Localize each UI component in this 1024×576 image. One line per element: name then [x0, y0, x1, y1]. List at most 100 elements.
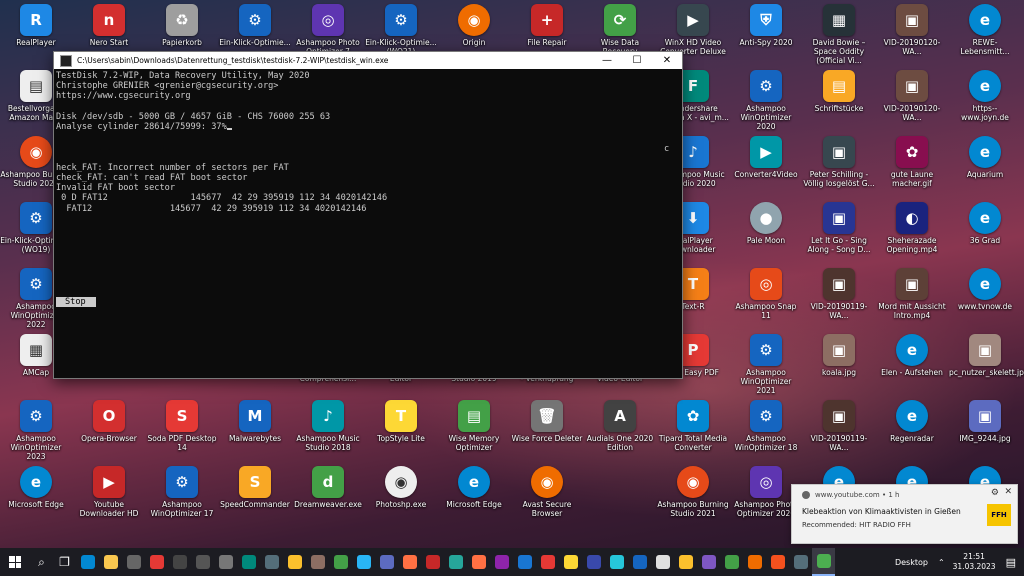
- desktop-icon[interactable]: 🗑 Wise Force Deleter: [511, 400, 583, 443]
- settings-icon[interactable]: [168, 548, 191, 576]
- desktop-icon[interactable]: ⚙ Ashampoo WinOptimizer 2023: [0, 400, 72, 461]
- app-16-icon[interactable]: [375, 548, 398, 576]
- app-24-icon[interactable]: [559, 548, 582, 576]
- desktop-icon[interactable]: ⚙ Ashampoo WinOptimizer 2020: [730, 70, 802, 131]
- desktop-icon[interactable]: e Microsoft Edge: [0, 466, 72, 509]
- chevron-up-icon[interactable]: ⌃: [938, 558, 945, 567]
- edge-icon[interactable]: [76, 548, 99, 576]
- desktop-icon[interactable]: ▦ David Bowie – Space Oddity (Official Vi…: [803, 4, 875, 65]
- app-18-icon[interactable]: [421, 548, 444, 576]
- desktop-icon[interactable]: ▣ VID-20190120-WA...: [876, 70, 948, 122]
- desktop-icon[interactable]: ♪ Ashampoo Music Studio 2018: [292, 400, 364, 452]
- app-30-icon[interactable]: [697, 548, 720, 576]
- desktop-icon[interactable]: ◉ Avast Secure Browser: [511, 466, 583, 518]
- desktop-icon[interactable]: ▣ koala.jpg: [803, 334, 875, 377]
- desktop-icon[interactable]: ⚙Ein-Klick-Optimie... (WO21): [365, 4, 437, 56]
- desktop-icon[interactable]: ◎ Ashampoo Snap 11: [730, 268, 802, 320]
- console-scrollbar[interactable]: [670, 69, 682, 378]
- app-26-icon[interactable]: [605, 548, 628, 576]
- app-10-icon[interactable]: [237, 548, 260, 576]
- app-8-icon[interactable]: [191, 548, 214, 576]
- desktop-icon[interactable]: e Aquarium: [949, 136, 1021, 179]
- desktop-icon[interactable]: ▣ pc_nutzer_skelett.jpg: [949, 334, 1024, 377]
- desktop-icon[interactable]: ⚙ Ashampoo WinOptimizer 2021: [730, 334, 802, 395]
- desktop-icon[interactable]: e Regenradar: [876, 400, 948, 443]
- app-32-icon[interactable]: [743, 548, 766, 576]
- desktop-icon[interactable]: M Malwarebytes: [219, 400, 291, 443]
- firefox-icon[interactable]: [467, 548, 490, 576]
- app-17-icon[interactable]: [398, 548, 421, 576]
- desktop-icon[interactable]: ▣ Let It Go - Sing Along - Song D...: [803, 202, 875, 254]
- desktop-icon[interactable]: ✿ Tipard Total Media Converter: [657, 400, 729, 452]
- app-34-icon[interactable]: [789, 548, 812, 576]
- desktop-icon[interactable]: e Elen - Aufstehen: [876, 334, 948, 377]
- desktop-icon[interactable]: e https--www.joyn.de: [949, 70, 1021, 122]
- testdisk-taskbar-icon[interactable]: [812, 548, 835, 576]
- desktop-icon[interactable]: e REWE-Lebensmitt...: [949, 4, 1021, 56]
- clock[interactable]: 21:51 31.03.2023: [953, 552, 996, 572]
- desktop-icon[interactable]: T TopStyle Lite: [365, 400, 437, 443]
- notification-center-icon[interactable]: ▤: [1006, 556, 1016, 569]
- app-23-icon[interactable]: [536, 548, 559, 576]
- desktop-icon[interactable]: ◎Ashampoo Photo Optimizer 7: [292, 4, 364, 56]
- desktop-icon[interactable]: ♻ Papierkorb: [146, 4, 218, 47]
- desktop-icon[interactable]: ▣ Peter Schilling - Völlig losgelöst G...: [803, 136, 875, 188]
- desktop-icon[interactable]: ⚙ Ein-Klick-Optimie...: [219, 4, 291, 47]
- testdisk-console-window[interactable]: C:\Users\sabin\Downloads\Datenrettung_te…: [53, 51, 683, 379]
- desktop-icon[interactable]: ▣ Mord mit Aussicht Intro.mp4: [876, 268, 948, 320]
- notification-toast[interactable]: www.youtube.com • 1 h ⚙ ✕ Klebeaktion vo…: [791, 484, 1018, 544]
- desktop-icon[interactable]: ▶ Converter4Video: [730, 136, 802, 179]
- desktop-icon[interactable]: S SpeedCommander: [219, 466, 291, 509]
- desktop-icon[interactable]: ⛨ Anti-Spy 2020: [730, 4, 802, 47]
- app-27-icon[interactable]: [628, 548, 651, 576]
- desktop-icon[interactable]: ▣ VID-20190120-WA...: [876, 4, 948, 56]
- desktop-icon[interactable]: ▣ VID-20190119-WA...: [803, 268, 875, 320]
- app-15-icon[interactable]: [352, 548, 375, 576]
- desktop-icon[interactable]: ◉ Ashampoo Burning Studio 2021: [657, 466, 729, 518]
- chrome-icon[interactable]: [145, 548, 168, 576]
- app-33-icon[interactable]: [766, 548, 789, 576]
- close-button[interactable]: ✕: [652, 52, 682, 69]
- app-21-icon[interactable]: [490, 548, 513, 576]
- app-13-icon[interactable]: [306, 548, 329, 576]
- app-12-icon[interactable]: [283, 548, 306, 576]
- gear-icon[interactable]: ⚙: [991, 488, 999, 498]
- app-22-icon[interactable]: [513, 548, 536, 576]
- app-14-icon[interactable]: [329, 548, 352, 576]
- window-titlebar[interactable]: C:\Users\sabin\Downloads\Datenrettung_te…: [54, 52, 682, 69]
- desktop-icon[interactable]: ▤ Schriftstücke: [803, 70, 875, 113]
- desktop-icon[interactable]: ⚙ Ashampoo WinOptimizer 18: [730, 400, 802, 452]
- close-icon[interactable]: ✕: [1004, 487, 1012, 497]
- desktop-icon[interactable]: ▣ IMG_9244.jpg: [949, 400, 1021, 443]
- desktop-icon[interactable]: ◐ Sheherazade Opening.mp4: [876, 202, 948, 254]
- start-button[interactable]: [0, 548, 30, 576]
- desktop-icon[interactable]: ▣ VID-20190119-WA...: [803, 400, 875, 452]
- desktop-icon[interactable]: ▶ WinX HD Video Converter Deluxe: [657, 4, 729, 56]
- desktop-icon[interactable]: + File Repair: [511, 4, 583, 47]
- stop-button[interactable]: Stop: [56, 297, 96, 307]
- desktop-icon[interactable]: d Dreamweaver.exe: [292, 466, 364, 509]
- desktop-icon[interactable]: A Audials One 2020 Edition: [584, 400, 656, 452]
- desktop-icon[interactable]: e 36 Grad: [949, 202, 1021, 245]
- app-9-icon[interactable]: [214, 548, 237, 576]
- app-11-icon[interactable]: [260, 548, 283, 576]
- app-25-icon[interactable]: [582, 548, 605, 576]
- desktop-icon[interactable]: ▶ Youtube Downloader HD: [73, 466, 145, 518]
- desktop-icon[interactable]: ⚙ Ashampoo WinOptimizer 17: [146, 466, 218, 518]
- explorer-icon[interactable]: [99, 548, 122, 576]
- desktop-icon[interactable]: n Nero Start: [73, 4, 145, 47]
- desktop-icon[interactable]: e www.tvnow.de: [949, 268, 1021, 311]
- desktop-icon[interactable]: ✿ gute Laune macher.gif: [876, 136, 948, 188]
- search-icon[interactable]: ⌕: [30, 548, 53, 576]
- app-31-icon[interactable]: [720, 548, 743, 576]
- maximize-button[interactable]: ☐: [622, 52, 652, 69]
- desktop-icon[interactable]: e Microsoft Edge: [438, 466, 510, 509]
- console-output[interactable]: TestDisk 7.2-WIP, Data Recovery Utility,…: [56, 71, 670, 376]
- app-19-icon[interactable]: [444, 548, 467, 576]
- minimize-button[interactable]: —: [592, 52, 622, 69]
- desktop-icon[interactable]: ⟳Wise Data Recovery: [584, 4, 656, 56]
- desktop-icon[interactable]: ◉ Photoshp.exe: [365, 466, 437, 509]
- task-view-icon[interactable]: ❐: [53, 548, 76, 576]
- app-29-icon[interactable]: [674, 548, 697, 576]
- desktop-icon[interactable]: R RealPlayer: [0, 4, 72, 47]
